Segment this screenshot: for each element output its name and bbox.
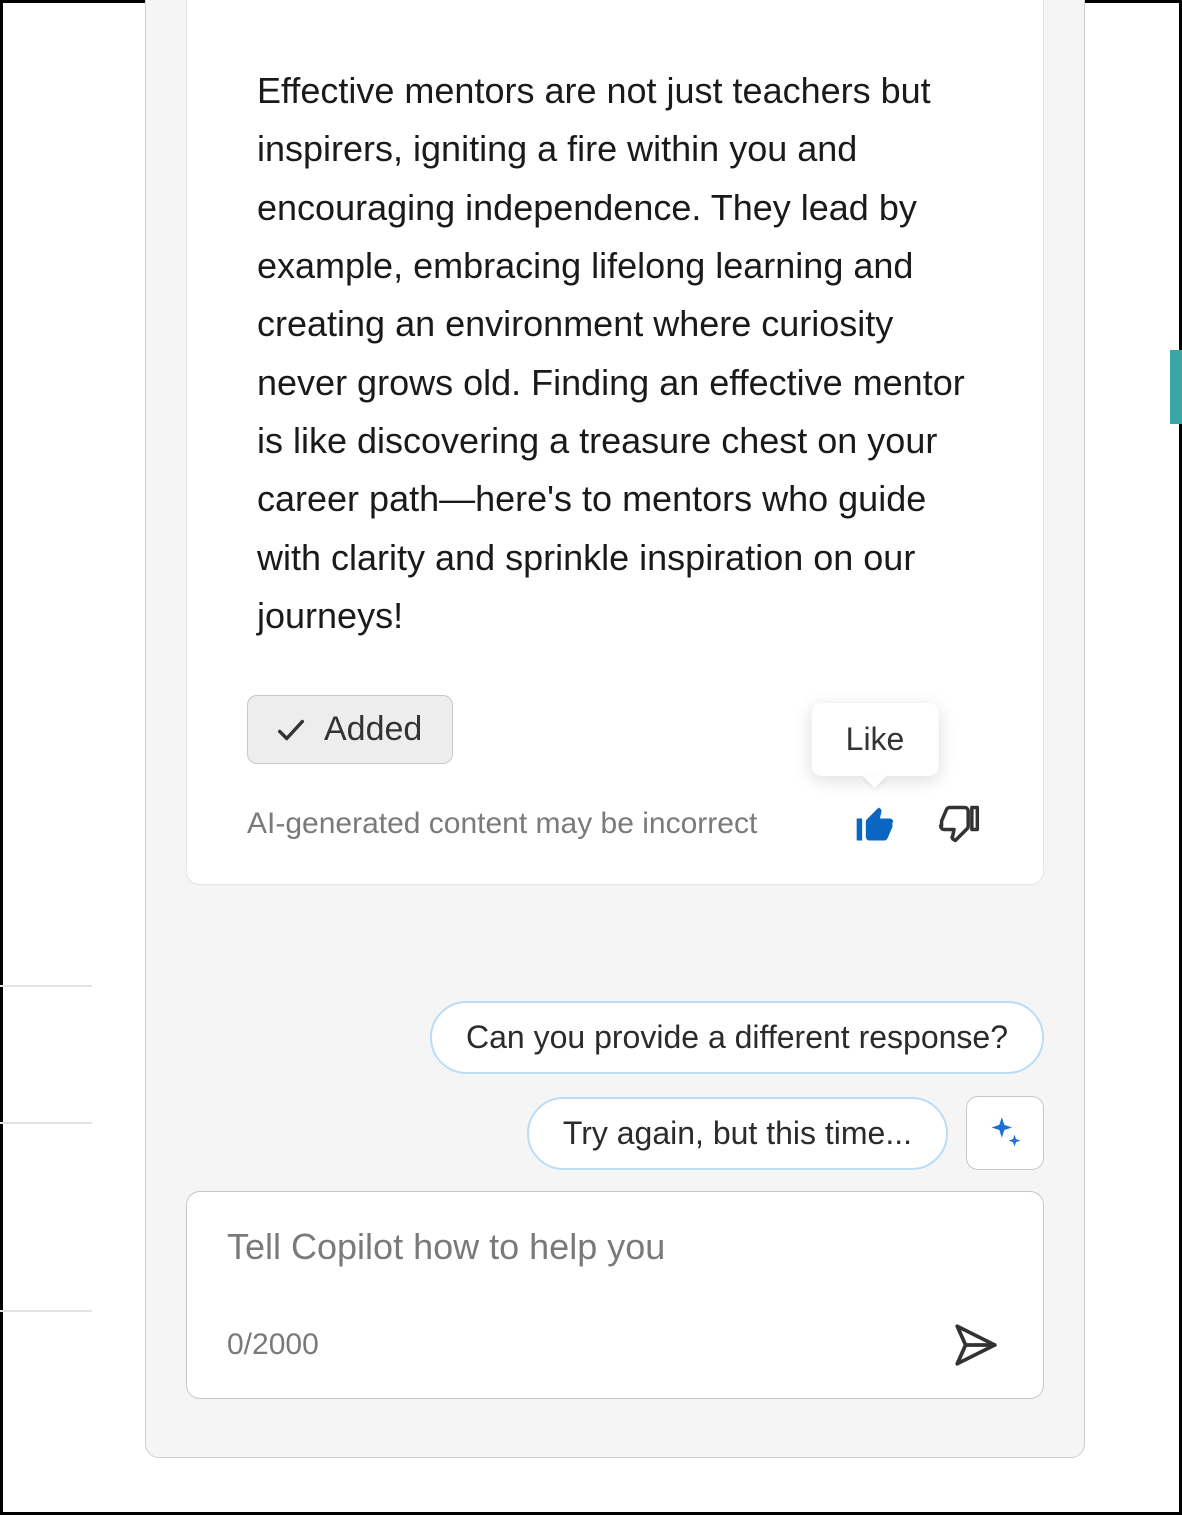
divider xyxy=(0,985,92,987)
divider xyxy=(0,1310,92,1312)
right-edge-accent xyxy=(1170,350,1182,424)
compose-footer: 0/2000 xyxy=(227,1318,1003,1372)
suggestion-different-response[interactable]: Can you provide a different response? xyxy=(430,1001,1044,1074)
compose-placeholder: Tell Copilot how to help you xyxy=(227,1226,1003,1268)
thumbs-up-icon xyxy=(853,802,897,846)
ai-disclaimer: AI-generated content may be incorrect xyxy=(247,807,757,841)
character-count: 0/2000 xyxy=(227,1328,319,1362)
assistant-message-card: Effective mentors are not just teachers … xyxy=(186,0,1044,885)
dislike-button[interactable] xyxy=(935,800,983,848)
copilot-panel: Effective mentors are not just teachers … xyxy=(145,0,1085,1458)
like-button[interactable]: Like xyxy=(851,800,899,848)
added-label: Added xyxy=(324,710,422,749)
send-icon xyxy=(951,1320,1001,1370)
send-button[interactable] xyxy=(949,1318,1003,1372)
like-tooltip: Like xyxy=(812,703,939,776)
assistant-message-text: Effective mentors are not just teachers … xyxy=(187,0,1043,645)
check-icon xyxy=(274,713,308,747)
thumbs-down-icon xyxy=(937,802,981,846)
added-button[interactable]: Added xyxy=(247,695,453,764)
divider xyxy=(0,1122,92,1124)
suggestions-area: Can you provide a different response? Tr… xyxy=(186,1001,1044,1170)
compose-input[interactable]: Tell Copilot how to help you 0/2000 xyxy=(186,1191,1044,1399)
sparkle-button[interactable] xyxy=(966,1096,1044,1170)
sparkle-icon xyxy=(986,1114,1024,1152)
message-footer: AI-generated content may be incorrect Li… xyxy=(187,764,1043,848)
feedback-buttons: Like xyxy=(851,800,983,848)
suggestion-try-again[interactable]: Try again, but this time... xyxy=(527,1097,948,1170)
